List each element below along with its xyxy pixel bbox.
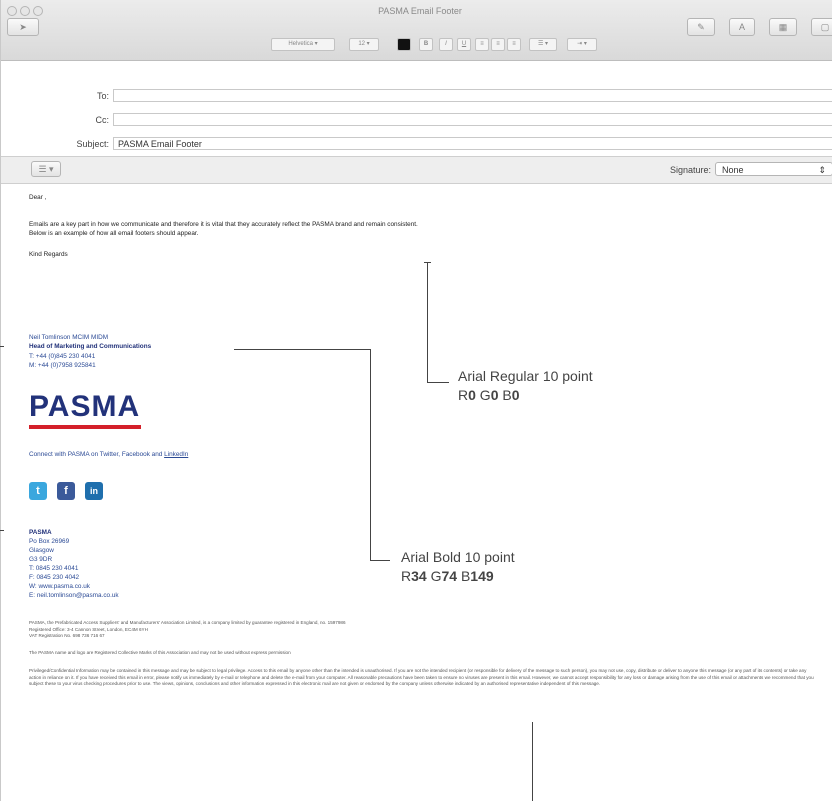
signature-label: Signature:: [669, 165, 711, 175]
stationery-icon: ▢: [820, 22, 830, 32]
window-title: PASMA Email Footer: [378, 6, 462, 16]
address-line-1: Po Box 26969: [29, 538, 70, 545]
linkedin-link[interactable]: LinkedIn: [164, 451, 188, 458]
compose-options-bar: ☰ ▾ Signature: None ⇕: [1, 156, 832, 184]
font-icon: A: [738, 22, 745, 32]
cc-field[interactable]: [113, 113, 832, 126]
legal-trademark: The PASMA name and logo are Registered C…: [29, 650, 291, 655]
align-center-button[interactable]: ≡: [491, 38, 505, 51]
annotation-regular-title: Arial Regular 10 point: [458, 368, 593, 384]
left-edge-tick: [0, 346, 4, 347]
annotation-bold-rgb: R34 G74 B149: [401, 568, 494, 584]
signature-select[interactable]: None ⇕: [715, 162, 832, 176]
body-line-1: Emails are a key part in how we communic…: [29, 221, 418, 228]
legal-vat: VAT Registration No. 698 736 716 67: [29, 633, 105, 639]
body-line-2: Below is an example of how all email foo…: [29, 230, 199, 237]
list-icon: ☰ ▾: [38, 164, 54, 174]
bold-leader-top: [234, 349, 370, 350]
legal-company-info: PASMA, the Prefabricated Access Supplier…: [29, 620, 809, 640]
connect-text: Connect with PASMA on Twitter, Facebook …: [29, 451, 189, 458]
address-web: W: www.pasma.co.uk: [29, 583, 90, 590]
photo-icon: ▦: [778, 22, 788, 32]
regular-leader-horizontal: [427, 382, 449, 383]
title-bar: PASMA Email Footer ➤ ✎ A ▦ ▢ Helvetica ▾…: [1, 0, 832, 61]
annotation-regular-rgb: R0 G0 B0: [458, 387, 520, 403]
to-label: To:: [96, 91, 109, 101]
format-button[interactable]: A: [729, 18, 755, 36]
signature-role: Head of Marketing and Communications: [29, 343, 152, 350]
twitter-icon[interactable]: t: [29, 482, 47, 500]
address-line-3: G3 9DR: [29, 556, 53, 563]
photo-browser-button[interactable]: ▦: [769, 18, 797, 36]
annotation-bold: Arial Bold 10 point R34 G74 B149: [401, 548, 515, 586]
greeting: Dear ,: [29, 194, 47, 201]
legal-company-line: PASMA, the Prefabricated Access Supplier…: [29, 620, 346, 625]
address-telephone: T: 0845 230 4041: [29, 565, 79, 572]
legal-registered-office: Registered Office: 3-4 Cannon Street, Lo…: [29, 626, 148, 632]
italic-button[interactable]: I: [439, 38, 453, 51]
list-button[interactable]: ☰ ▾: [529, 38, 557, 51]
pasma-logo: PASMA: [29, 390, 149, 432]
send-button[interactable]: ➤: [7, 18, 39, 36]
address-fax: F: 0845 230 4042: [29, 574, 80, 581]
logo-underline: [29, 425, 141, 429]
bold-button[interactable]: B: [419, 38, 433, 51]
font-family-select[interactable]: Helvetica ▾: [271, 38, 335, 51]
address-email: E: neil.tomlinson@pasma.co.uk: [29, 592, 119, 599]
cc-label: Cc:: [95, 115, 110, 125]
address-org: PASMA: [29, 529, 52, 536]
align-left-button[interactable]: ≡: [475, 38, 489, 51]
underline-button[interactable]: U: [457, 38, 471, 51]
attach-button[interactable]: ✎: [687, 18, 715, 36]
regular-leader-cap: [424, 262, 431, 263]
paperclip-icon: ✎: [697, 22, 705, 32]
signature-tel: T: +44 (0)845 230 4041: [29, 353, 96, 360]
left-edge-tick: [0, 530, 4, 531]
mail-compose-window: PASMA Email Footer ➤ ✎ A ▦ ▢ Helvetica ▾…: [0, 0, 832, 801]
align-right-button[interactable]: ≡: [507, 38, 521, 51]
logo-wordmark: PASMA: [29, 390, 141, 423]
subject-label: Subject:: [76, 139, 109, 149]
legal-disclaimer: Privileged/Confidential Information may …: [29, 668, 814, 687]
signature-name: Neil Tomlinson MCIM MIDM: [29, 334, 109, 341]
address-line-2: Glasgow: [29, 547, 54, 554]
regular-leader-vertical: [427, 262, 428, 382]
facebook-icon[interactable]: f: [57, 482, 75, 500]
signature-mobile: M: +44 (0)7958 925841: [29, 362, 96, 369]
chevron-updown-icon: ⇕: [818, 165, 826, 175]
legal-leader-vertical: [532, 722, 533, 801]
linkedin-icon[interactable]: in: [85, 482, 103, 500]
stationery-button[interactable]: ▢: [811, 18, 832, 36]
send-icon: ➤: [19, 22, 27, 32]
bold-leader-vertical: [370, 349, 371, 560]
bold-leader-horizontal: [370, 560, 390, 561]
text-color-button[interactable]: [397, 38, 411, 51]
subject-field[interactable]: PASMA Email Footer: [113, 137, 832, 150]
body-regards: Kind Regards: [29, 251, 68, 258]
font-size-select[interactable]: 12 ▾: [349, 38, 379, 51]
to-field[interactable]: [113, 89, 832, 102]
annotation-bold-title: Arial Bold 10 point: [401, 549, 515, 565]
header-options-button[interactable]: ☰ ▾: [31, 161, 61, 177]
indent-button[interactable]: ⇥ ▾: [567, 38, 597, 51]
annotation-regular: Arial Regular 10 point R0 G0 B0: [458, 367, 593, 405]
